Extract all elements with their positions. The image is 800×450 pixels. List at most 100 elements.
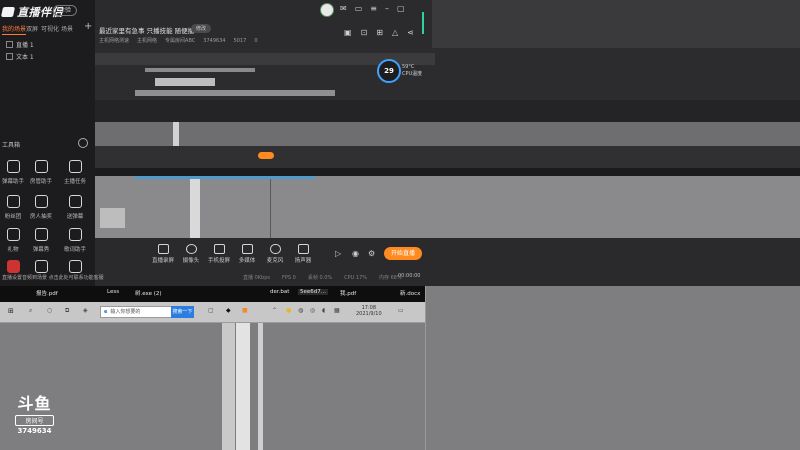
network-icon[interactable]: ◎ [310,307,315,314]
notice-text[interactable]: 直播设置音频到场景 点击此处可联系功能客服 [2,274,104,281]
tool-label: 房管助手 [29,179,52,185]
chevron-up-icon[interactable]: ⌃ [272,307,277,314]
preview-band [145,68,255,72]
tab-scene[interactable]: 场景 [61,24,73,33]
tool-room-manager[interactable]: 房管助手 [26,160,56,185]
screen-capture-button[interactable]: 直播录屏 [149,244,177,264]
task-view-icon[interactable]: ⧉ [65,307,69,315]
scene-item[interactable]: 文本 1 [6,52,34,61]
tab-visual[interactable]: 可视化 [41,24,59,33]
toolbox-title: 工具箱 [2,142,21,149]
room-action-icons: ▣⊡⊞△⋖ [344,28,423,37]
tool-danmu-helper[interactable]: 弹幕助手 [0,160,28,185]
logo-icon [0,7,16,17]
taskbar-app-icon[interactable]: ▢ [208,307,214,314]
toolbar-label: 多媒体 [238,258,256,264]
taskbar-clock[interactable]: 17:08 2021/9/10 [356,305,382,317]
desktop-file[interactable]: 我.pdf [340,289,356,297]
windows-start-icon[interactable]: ⊞ [8,307,14,315]
desktop-file[interactable]: 报告.pdf [36,289,58,297]
tool-danmu-show[interactable]: 弹幕秀 [26,228,56,253]
tool-gift[interactable]: 礼物 [0,228,28,253]
play-icon [241,244,253,254]
edit-title-button[interactable]: 修改 [191,24,212,33]
skin-icon[interactable]: ▭ [355,4,371,13]
tool-label: 送弹幕 [66,214,84,220]
phone-icon [213,244,225,254]
menu-icon[interactable]: ≡ [370,4,385,13]
toolbar-label: 手机投屏 [207,258,230,264]
tool-lyrics[interactable]: 歌词助手 [60,228,90,253]
preview-band [95,146,800,168]
preview-band [95,100,800,122]
scene-item[interactable]: 直播 1 [6,40,34,49]
speaker-button[interactable]: 扬声器 [289,244,317,264]
desktop-file[interactable]: der.bat [270,289,289,295]
preview-band [95,176,800,238]
maximize-icon[interactable]: ▢ [397,4,413,13]
music-icon [68,228,82,241]
gear-icon[interactable]: ⚙ [368,249,375,258]
calendar-icon[interactable]: ▣ [344,28,361,37]
tray-icon[interactable]: ▦ [334,307,340,314]
taskbar-app-icon[interactable]: ■ [242,307,248,314]
tray-icon[interactable]: ● [286,307,291,314]
start-live-button[interactable]: 开始直播 [384,247,422,260]
tab-my-scenes[interactable]: 我的场景 [2,24,27,35]
link-icon[interactable]: ⊞ [376,28,392,37]
scene-item-label: 直播 1 [16,42,34,49]
scene-tabs: 我的场景 双屏 可视化 场景 + [0,21,95,36]
search-button[interactable]: 搜索一下 [171,306,194,318]
network-test-link[interactable]: 主机网络测速 [99,38,129,44]
settings-icon[interactable]: ✉ [340,4,355,13]
camera-button[interactable]: 摄像头 [177,244,205,264]
checkbox-icon[interactable] [6,41,13,48]
microphone-button[interactable]: 麦克风 [261,244,289,264]
network-link[interactable]: 主机网络 [137,38,157,44]
watermark-tag: 房间号 [15,415,54,426]
tool-streamer-tasks[interactable]: 主播任务 [60,160,90,185]
tool-send-danmu[interactable]: 送弹幕 [60,195,90,220]
scene-item-label: 文本 1 [16,54,34,61]
bell-icon[interactable]: △ [392,28,407,37]
notification-icon[interactable]: ▭ [398,307,404,314]
desktop-file[interactable]: 树.exe (2) [135,289,162,297]
cortana-icon[interactable]: ○ [47,307,52,314]
volume-icon[interactable]: ◖ [322,307,325,314]
toolbar-label: 麦克风 [266,258,284,264]
tab-dual-screen[interactable]: 双屏 [26,24,38,33]
share-icon[interactable]: ⋖ [407,28,423,37]
watermark-logo: 斗鱼 [17,394,52,413]
desktop-file[interactable]: 新.docx [400,289,420,297]
tray-icon[interactable]: ◍ [298,307,303,314]
tool-lottery[interactable]: 房人抽奖 [26,195,56,220]
phone-cast-button[interactable]: 手机投屏 [205,244,233,264]
stream-preview[interactable] [95,48,800,238]
live-timer: 00:00:00 [398,273,421,279]
checkbox-icon[interactable] [6,53,13,60]
search-icon[interactable]: ⌕ [29,307,32,315]
app-icon[interactable]: ◈ [83,307,88,314]
media-button[interactable]: 多媒体 [233,244,261,264]
search-placeholder: 输入你想要的 [110,309,141,315]
desktop-file[interactable]: 5ee6d7... [298,289,329,295]
more-icon [68,260,82,273]
desktop-file[interactable]: Less [107,289,119,295]
add-scene-button[interactable]: + [84,21,92,32]
video-icon[interactable]: ▷ [335,249,341,258]
eye-icon[interactable]: ◉ [352,249,359,258]
lock-icon[interactable]: ⊡ [361,28,377,37]
tool-label: 主播任务 [63,179,86,185]
tool-label: 歌词助手 [63,247,86,253]
taskbar-app-icon[interactable]: ◆ [226,307,231,314]
tool-label: 弹幕助手 [1,179,24,185]
version-badge[interactable]: 体验 [53,5,78,16]
preview-band [155,78,215,86]
tool-label: 粉丝团 [4,214,22,220]
minimize-icon[interactable]: – [385,4,397,13]
avatar[interactable] [320,3,334,17]
tool-fan-club[interactable]: 粉丝团 [0,195,28,220]
monitor-icon [34,228,48,241]
info-icon[interactable] [78,138,88,148]
preview-band [190,176,200,238]
